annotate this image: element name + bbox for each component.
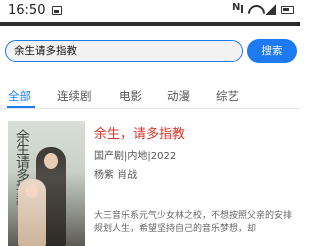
image-icon bbox=[52, 6, 62, 15]
search-button[interactable]: 搜索 bbox=[247, 39, 297, 63]
status-bar: 16:50 bbox=[0, 0, 300, 22]
tab-series[interactable]: 连续剧 bbox=[57, 88, 92, 104]
tab-anime[interactable]: 动漫 bbox=[167, 88, 190, 104]
status-time: 16:50 bbox=[8, 3, 46, 18]
poster-image[interactable]: 余生请多指教 bbox=[8, 121, 85, 246]
tab-all[interactable]: 全部 bbox=[8, 88, 31, 104]
battery-icon bbox=[281, 5, 294, 14]
result-description: 大三音乐系元气少女林之校，不想按照父亲的安排规划人生，希望坚持自己的音乐梦想，却 bbox=[94, 211, 293, 234]
result-meta: 国产剧|内地|2022 bbox=[94, 151, 177, 162]
mute-icon bbox=[232, 2, 243, 15]
wifi-icon bbox=[248, 5, 261, 15]
search-row: 余生请多指教 搜索 bbox=[0, 36, 300, 66]
tab-variety[interactable]: 综艺 bbox=[216, 88, 239, 104]
divider bbox=[0, 108, 300, 109]
result-cast: 杨紫 肖战 bbox=[94, 170, 138, 181]
header-bar bbox=[0, 22, 300, 26]
status-icons bbox=[232, 2, 294, 15]
result-card[interactable]: 余生请多指教 余生，请多指教 国产剧|内地|2022 杨紫 肖战 大三音乐系元气… bbox=[0, 115, 300, 246]
search-input[interactable]: 余生请多指教 bbox=[5, 40, 243, 62]
category-tabs: 全部 连续剧 电影 动漫 综艺 bbox=[0, 86, 300, 108]
result-title[interactable]: 余生，请多指教 bbox=[94, 123, 185, 142]
tab-movies[interactable]: 电影 bbox=[119, 88, 142, 104]
poster-figure bbox=[18, 179, 46, 246]
sim-icon bbox=[266, 4, 276, 15]
